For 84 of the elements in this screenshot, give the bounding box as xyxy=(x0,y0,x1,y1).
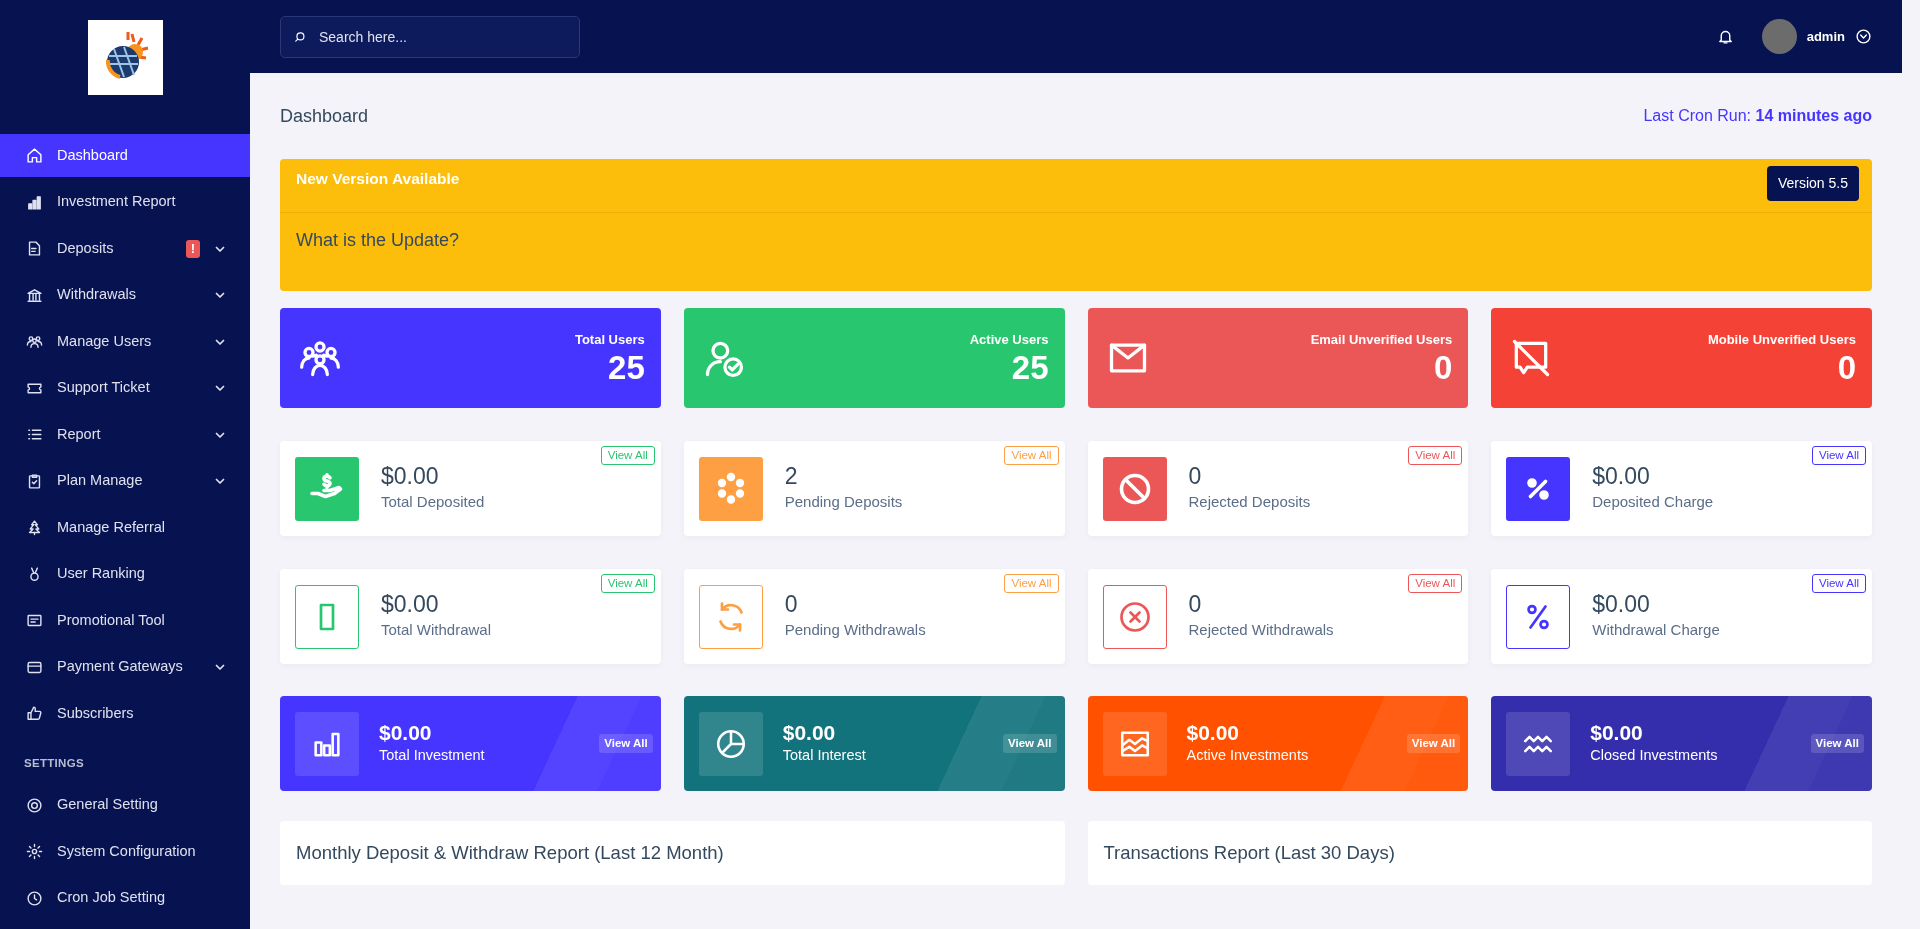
stat-label: Withdrawal Charge xyxy=(1592,620,1720,641)
notifications-button[interactable] xyxy=(1716,28,1734,45)
view-all-link[interactable]: View All xyxy=(599,734,653,754)
stat-value: 0 xyxy=(1188,591,1203,620)
sidebar-item[interactable]: Manage Users xyxy=(0,320,250,363)
sidebar-item[interactable]: System Configuration xyxy=(0,830,250,874)
stat-value: 0 xyxy=(1836,349,1856,386)
sidebar-item[interactable]: Support Ticket xyxy=(0,366,250,410)
sidebar-item[interactable]: Plan Manage xyxy=(0,459,250,503)
stat-label: Pending Deposits xyxy=(784,492,903,513)
sidebar-item[interactable]: Manage Referral xyxy=(0,506,250,549)
stat-label: Email Unverified Users xyxy=(1310,331,1453,350)
page-title: Dashboard xyxy=(280,104,369,128)
clock-icon xyxy=(26,889,43,907)
cron-status: Last Cron Run: 14 minutes ago xyxy=(1643,106,1872,126)
banner-title: New Version Available xyxy=(296,169,460,189)
stat-label: Active Investments xyxy=(1186,746,1309,766)
search-icon xyxy=(294,29,308,44)
sidebar-item[interactable]: Investment Report xyxy=(0,180,250,224)
stat-value: 0 xyxy=(1432,349,1453,386)
stat-value: $0.00 xyxy=(782,720,837,746)
sidebar-item[interactable]: Withdrawals xyxy=(0,273,250,317)
view-all-link[interactable]: View All xyxy=(1811,574,1866,593)
stat-value: 25 xyxy=(1010,349,1049,386)
view-all-link[interactable]: View All xyxy=(1003,734,1057,754)
stat-label: Total Users xyxy=(574,331,645,350)
stat-label: Mobile Unverified Users xyxy=(1707,331,1856,350)
stat-value: 25 xyxy=(607,349,645,386)
bell-icon xyxy=(1716,28,1734,45)
update-question: What is the Update? xyxy=(296,230,460,250)
view-all-link[interactable]: View All xyxy=(1810,734,1864,754)
section-heading: SETTINGS xyxy=(23,755,85,771)
logo[interactable] xyxy=(87,20,163,95)
lifebuoy-icon xyxy=(26,796,43,814)
report-title: Monthly Deposit & Withdraw Report (Last 12 Month) xyxy=(296,841,724,866)
version-badge: Version 5.5 xyxy=(1766,166,1859,201)
sidebar-item[interactable]: Deposits ! xyxy=(0,227,250,270)
tree-icon xyxy=(26,519,43,536)
thumbs-up-icon xyxy=(26,705,43,722)
stat-value: $0.00 xyxy=(381,591,440,620)
caret-down-icon[interactable] xyxy=(1855,28,1872,45)
sidebar-item[interactable]: Report xyxy=(0,413,250,456)
stat-label: Rejected Deposits xyxy=(1188,492,1311,513)
bank-icon xyxy=(26,286,43,304)
sidebar-item[interactable]: Payment Gateways xyxy=(0,645,250,689)
stat-value: $0.00 xyxy=(1186,720,1241,746)
view-all-link[interactable]: View All xyxy=(1408,574,1463,593)
stat-label: Deposited Charge xyxy=(1592,492,1714,513)
stat-value: $0.00 xyxy=(381,463,440,492)
sidebar-item[interactable]: General Setting xyxy=(0,783,250,827)
sidebar-item[interactable]: Cron Job Setting xyxy=(0,876,250,920)
stat-value: 0 xyxy=(784,591,799,620)
stat-label: Total Interest xyxy=(782,746,866,766)
user-name[interactable]: admin xyxy=(1806,26,1845,47)
alert-badge: ! xyxy=(185,239,200,258)
sidebar-item[interactable]: Dashboard xyxy=(0,134,250,177)
stat-label: Total Deposited xyxy=(381,492,485,513)
stat-value: 0 xyxy=(1188,463,1203,492)
stat-label: Total Withdrawal xyxy=(381,620,492,641)
stat-label: Total Investment xyxy=(379,746,485,766)
stat-label: Pending Withdrawals xyxy=(784,620,926,641)
stat-label: Active Users xyxy=(969,331,1049,350)
stat-value: 2 xyxy=(784,463,799,492)
stat-value: $0.00 xyxy=(1592,591,1651,620)
stat-value: $0.00 xyxy=(379,720,433,746)
stat-label: Closed Investments xyxy=(1590,746,1718,766)
view-all-link[interactable]: View All xyxy=(1811,446,1866,465)
report-title: Transactions Report (Last 30 Days) xyxy=(1103,841,1395,866)
search-field[interactable]: Search here... xyxy=(280,15,580,58)
stat-value: $0.00 xyxy=(1590,720,1644,746)
home-icon xyxy=(26,147,43,164)
sidebar-item[interactable]: Promotional Tool xyxy=(0,599,250,642)
billboard-icon xyxy=(26,612,43,629)
document-icon xyxy=(26,240,43,257)
stat-value: $0.00 xyxy=(1592,463,1651,492)
sidebar-item[interactable]: Subscribers xyxy=(0,692,250,735)
view-all-link[interactable]: View All xyxy=(1408,446,1463,465)
stat-label: Rejected Withdrawals xyxy=(1188,620,1334,641)
avatar-icon[interactable] xyxy=(1761,19,1797,54)
bar-chart-icon xyxy=(26,193,43,211)
users-icon xyxy=(26,333,43,350)
settings-icon xyxy=(26,843,43,861)
sidebar-item[interactable]: User Ranking xyxy=(0,552,250,596)
clipboard-icon xyxy=(26,472,43,490)
